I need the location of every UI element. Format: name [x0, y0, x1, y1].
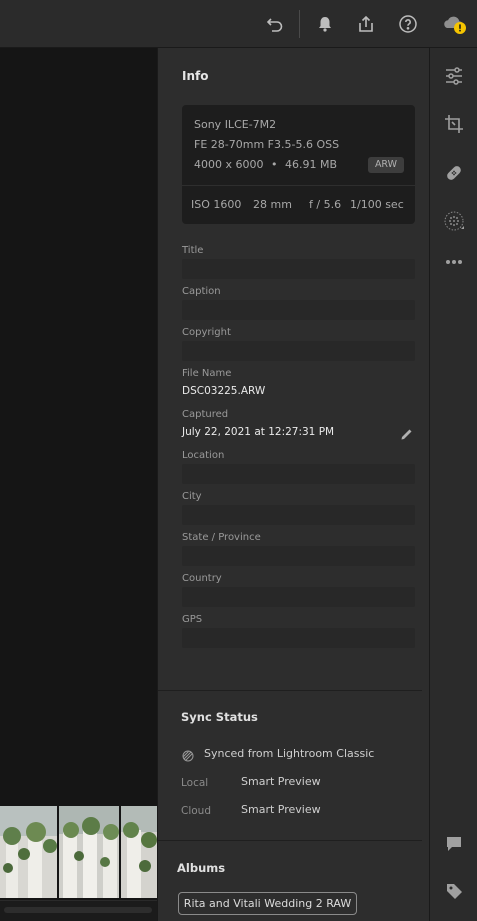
crop-icon[interactable] — [443, 113, 465, 135]
captured-label: Captured — [182, 409, 229, 420]
filmstrip-thumbnail[interactable] — [121, 806, 157, 898]
pencil-icon[interactable] — [400, 426, 414, 440]
undo-icon[interactable] — [263, 12, 287, 36]
filmstrip-thumbnail[interactable] — [59, 806, 119, 898]
bell-icon[interactable] — [313, 12, 337, 36]
cloud-label: Cloud — [181, 805, 211, 817]
info-panel-title: Info — [182, 69, 209, 83]
caption-label: Caption — [182, 286, 221, 297]
file-format-badge: ARW — [368, 157, 404, 173]
sliders-icon[interactable] — [443, 65, 465, 87]
sync-status-heading: Sync Status — [181, 710, 258, 724]
title-field[interactable] — [182, 259, 415, 279]
state-province-label: State / Province — [182, 532, 261, 543]
shutter-speed-value: 1/100 sec — [350, 198, 404, 211]
more-icon[interactable] — [443, 251, 465, 273]
cloud-value: Smart Preview — [241, 803, 321, 816]
healing-icon[interactable] — [443, 162, 465, 184]
album-chip[interactable]: Rita and Vitali Wedding 2 RAW — [178, 892, 357, 915]
aperture-value: f / 5.6 — [309, 198, 342, 211]
iso-value: ISO 1600 — [191, 198, 242, 211]
toolbar-separator — [299, 10, 300, 38]
city-field[interactable] — [182, 505, 415, 525]
file-name-value: DSC03225.ARW — [182, 385, 266, 397]
filmstrip-thumbnail[interactable] — [0, 806, 57, 898]
cloud-warning-icon[interactable] — [441, 12, 469, 36]
share-icon[interactable] — [354, 12, 378, 36]
camera-model: Sony ILCE-7M2 — [194, 118, 277, 131]
image-dimensions: 4000 x 6000 • 46.91 MB — [194, 158, 337, 171]
albums-heading: Albums — [177, 861, 226, 875]
dimensions-value: 4000 x 6000 — [194, 158, 264, 171]
local-label: Local — [181, 777, 209, 789]
top-toolbar — [0, 0, 477, 48]
captured-value: July 22, 2021 at 12:27:31 PM — [182, 426, 335, 438]
location-field[interactable] — [182, 464, 415, 484]
section-divider — [158, 690, 422, 691]
country-label: Country — [182, 573, 222, 584]
sync-status-icon — [182, 747, 194, 762]
copyright-label: Copyright — [182, 327, 231, 338]
filmstrip-scroll-track[interactable] — [4, 907, 152, 913]
info-panel: Info Sony ILCE-7M2 FE 28-70mm F3.5-5.6 O… — [157, 48, 429, 921]
city-label: City — [182, 491, 202, 502]
gps-field[interactable] — [182, 628, 415, 648]
country-field[interactable] — [182, 587, 415, 607]
section-divider — [158, 840, 422, 841]
photo-viewer[interactable] — [0, 48, 157, 921]
filmstrip — [0, 806, 157, 898]
tag-icon[interactable] — [443, 880, 465, 902]
file-size-value: 46.91 MB — [285, 158, 338, 171]
focal-length-value: 28 mm — [253, 198, 292, 211]
copyright-field[interactable] — [182, 341, 415, 361]
filmstrip-scrollbar[interactable] — [0, 900, 157, 921]
caption-field[interactable] — [182, 300, 415, 320]
comment-icon[interactable] — [443, 833, 465, 855]
state-province-field[interactable] — [182, 546, 415, 566]
tool-rail — [429, 48, 477, 921]
card-divider — [182, 185, 415, 186]
camera-info-card: Sony ILCE-7M2 FE 28-70mm F3.5-5.6 OSS 40… — [182, 105, 415, 224]
sync-status-text: Synced from Lightroom Classic — [204, 747, 375, 760]
local-value: Smart Preview — [241, 775, 321, 788]
gps-label: GPS — [182, 614, 203, 625]
file-name-label: File Name — [182, 368, 232, 379]
title-label: Title — [182, 245, 204, 256]
separator-dot: • — [271, 158, 278, 171]
lens-model: FE 28-70mm F3.5-5.6 OSS — [194, 138, 340, 151]
help-icon[interactable] — [396, 12, 420, 36]
location-label: Location — [182, 450, 225, 461]
masking-icon[interactable] — [443, 210, 465, 232]
